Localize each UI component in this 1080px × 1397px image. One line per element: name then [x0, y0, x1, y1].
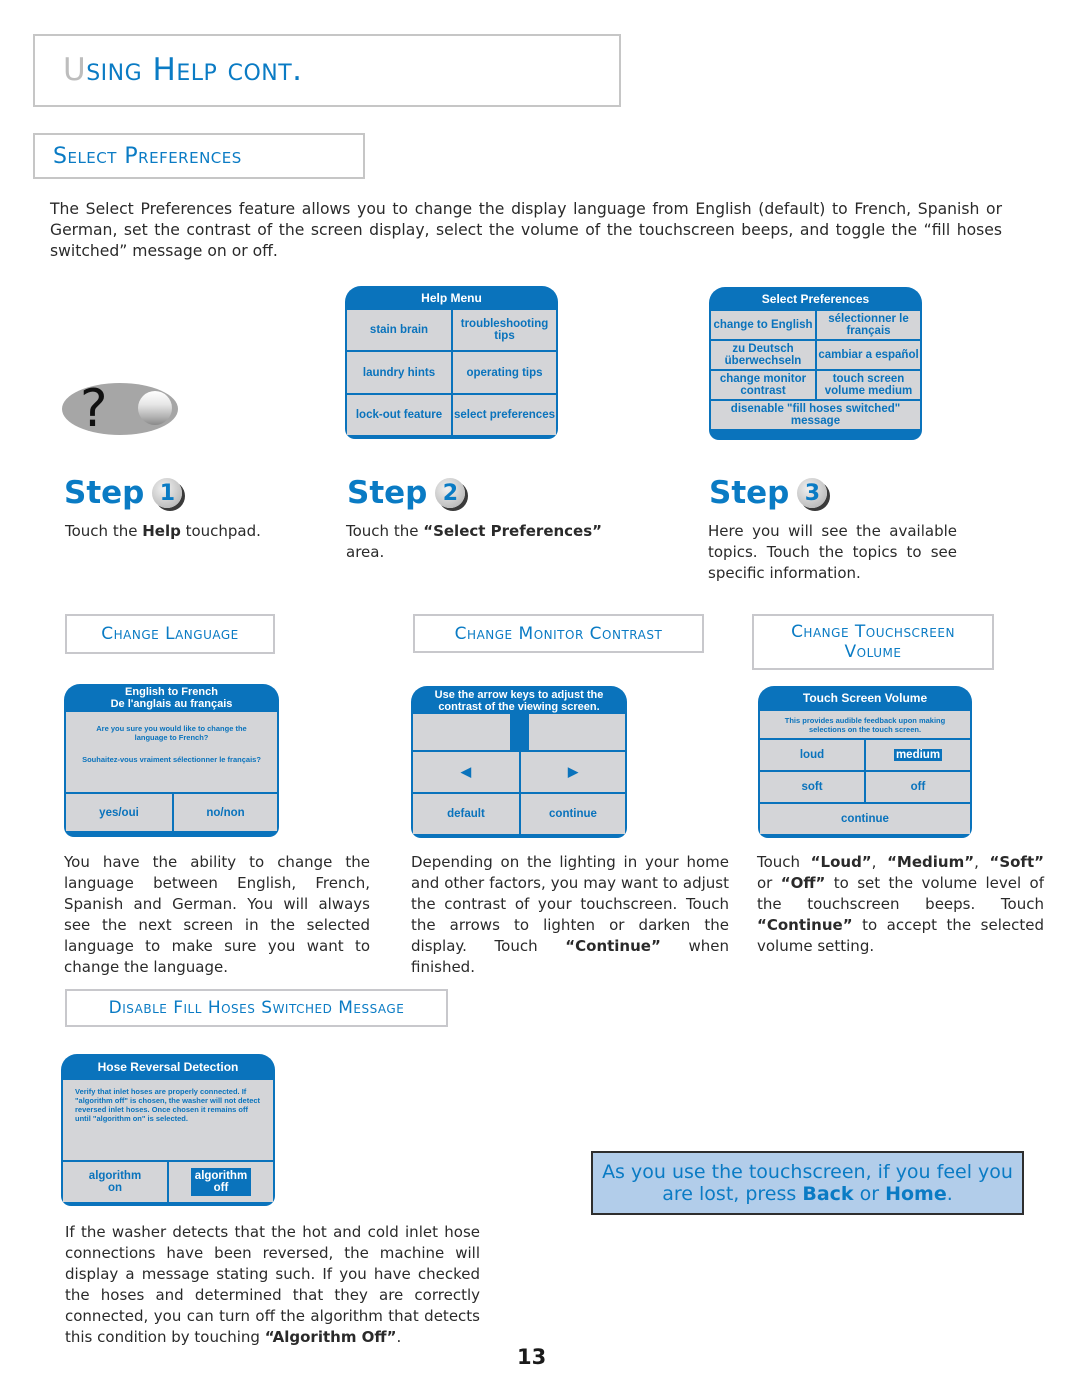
touchpad-button-icon: [138, 391, 172, 425]
pref-change-monitor-contrast[interactable]: change monitor contrast: [711, 371, 815, 399]
volume-soft-button[interactable]: soft: [760, 772, 864, 802]
disable-hoses-title: Disable Fill Hoses Switched Message: [108, 998, 405, 1018]
right-arrow-button[interactable]: ▶: [521, 752, 625, 792]
algorithm-off-selected: algorithm off: [191, 1168, 251, 1196]
pref-touch-screen-volume[interactable]: touch screen volume medium: [817, 371, 920, 399]
step-1-heading: Step 1: [64, 475, 183, 511]
section-title-box: Select Preferences: [33, 133, 365, 179]
volume-screen-title: Touch Screen Volume: [802, 691, 928, 705]
page-title: Using Help cont.: [63, 52, 303, 88]
step-2-text: Touch the “Select Preferences” area.: [346, 522, 603, 561]
change-contrast-description: Depending on the lighting in your home a…: [411, 853, 729, 976]
change-contrast-title-box: Change Monitor Contrast: [413, 614, 704, 653]
help-menu-item-lock-out-feature[interactable]: lock-out feature: [347, 395, 451, 435]
change-volume-title-line1: Change Touchscreen: [791, 622, 955, 642]
left-arrow-button[interactable]: ◀: [413, 752, 519, 792]
step-number-badge: 1: [152, 478, 183, 508]
change-language-screen-title: English to French De l'anglais au frança…: [110, 686, 233, 710]
help-menu-item-laundry-hints[interactable]: laundry hints: [347, 352, 451, 393]
step-label: Step: [64, 475, 145, 511]
help-menu-item-troubleshooting-tips[interactable]: troubleshooting tips: [453, 310, 556, 350]
section-title: Select Preferences: [53, 144, 242, 169]
contrast-screen-title: Use the arrow keys to adjust the contras…: [434, 689, 604, 713]
help-menu-title: Help Menu: [421, 290, 482, 305]
help-menu-screen: Help Menu stain brain troubleshooting ti…: [345, 286, 558, 439]
pref-cambiar-espanol[interactable]: cambiar a español: [817, 341, 920, 369]
step-number-badge: 3: [797, 478, 828, 508]
pref-zu-deutsch[interactable]: zu Deutsch überwechseln: [711, 341, 815, 369]
select-preferences-title: Select Preferences: [761, 291, 870, 306]
default-button[interactable]: default: [413, 794, 519, 834]
yes-button[interactable]: yes/oui: [66, 794, 172, 831]
pref-change-to-english[interactable]: change to English: [711, 311, 815, 339]
page-number: 13: [517, 1345, 547, 1369]
change-volume-description: Touch “Loud”, “Medium”, “Soft” or “Off” …: [757, 853, 1044, 955]
home-keyword: Home: [885, 1183, 947, 1205]
hose-reversal-screen: Hose Reversal Detection Verify that inle…: [61, 1054, 275, 1206]
volume-medium-selected: medium: [893, 749, 943, 761]
change-volume-title-box: Change Touchscreen Volume: [752, 614, 994, 670]
page-title-rest: sing Help cont.: [86, 52, 303, 88]
change-language-title: Change Language: [101, 624, 239, 644]
page-title-initial: U: [63, 52, 87, 88]
algorithm-off-button[interactable]: algorithm off: [169, 1162, 273, 1202]
change-volume-title-line2: Volume: [844, 642, 902, 662]
hose-reversal-title: Hose Reversal Detection: [97, 1059, 239, 1074]
volume-screen-message: This provides audible feedback upon maki…: [760, 711, 970, 738]
step-label: Step: [709, 475, 790, 511]
change-language-message: Are you sure you would like to change th…: [66, 712, 277, 792]
disable-hoses-description: If the washer detects that the hot and c…: [65, 1223, 480, 1346]
contrast-screen: Use the arrow keys to adjust the contras…: [411, 686, 627, 838]
contrast-level-indicator: [510, 714, 529, 750]
disable-hoses-title-box: Disable Fill Hoses Switched Message: [65, 989, 448, 1027]
step-3-text: Here you will see the available topics. …: [708, 522, 957, 582]
contrast-level-bar: [413, 714, 625, 750]
intro-paragraph: The Select Preferences feature allows yo…: [50, 200, 1002, 260]
no-button[interactable]: no/non: [174, 794, 277, 831]
pref-disable-fill-hoses-message[interactable]: disenable "fill hoses switched" message: [711, 401, 920, 429]
help-touchpad[interactable]: ?: [62, 379, 178, 439]
volume-continue-button[interactable]: continue: [760, 804, 970, 834]
step-label: Step: [347, 475, 428, 511]
page-title-box: Using Help cont.: [33, 34, 621, 107]
help-menu-item-operating-tips[interactable]: operating tips: [453, 352, 556, 393]
step-2-heading: Step 2: [347, 475, 466, 511]
help-menu-item-stain-brain[interactable]: stain brain: [347, 310, 451, 350]
step-3-heading: Step 3: [709, 475, 828, 511]
hose-reversal-message: Verify that inlet hoses are properly con…: [63, 1080, 273, 1160]
step-1-text: Touch the Help touchpad.: [65, 522, 261, 540]
question-mark-icon: ?: [80, 379, 108, 439]
back-keyword: Back: [802, 1183, 854, 1205]
select-preferences-screen: Select Preferences change to English sél…: [709, 287, 922, 440]
volume-medium-button[interactable]: medium: [866, 740, 970, 770]
volume-screen: Touch Screen Volume This provides audibl…: [758, 686, 972, 838]
help-menu-item-select-preferences[interactable]: select preferences: [453, 395, 556, 435]
volume-loud-button[interactable]: loud: [760, 740, 864, 770]
volume-off-button[interactable]: off: [866, 772, 970, 802]
step-number-badge: 2: [435, 478, 466, 508]
algorithm-on-button[interactable]: algorithm on: [63, 1162, 167, 1202]
change-contrast-title: Change Monitor Contrast: [454, 623, 663, 644]
contrast-continue-button[interactable]: continue: [521, 794, 625, 834]
change-language-screen: English to French De l'anglais au frança…: [64, 684, 279, 837]
change-language-description: You have the ability to change the langu…: [64, 853, 370, 976]
change-language-title-box: Change Language: [65, 614, 275, 654]
pref-selectionner-francais[interactable]: sélectionner le français: [817, 311, 920, 339]
navigation-tip-box: As you use the touchscreen, if you feel …: [591, 1151, 1024, 1215]
